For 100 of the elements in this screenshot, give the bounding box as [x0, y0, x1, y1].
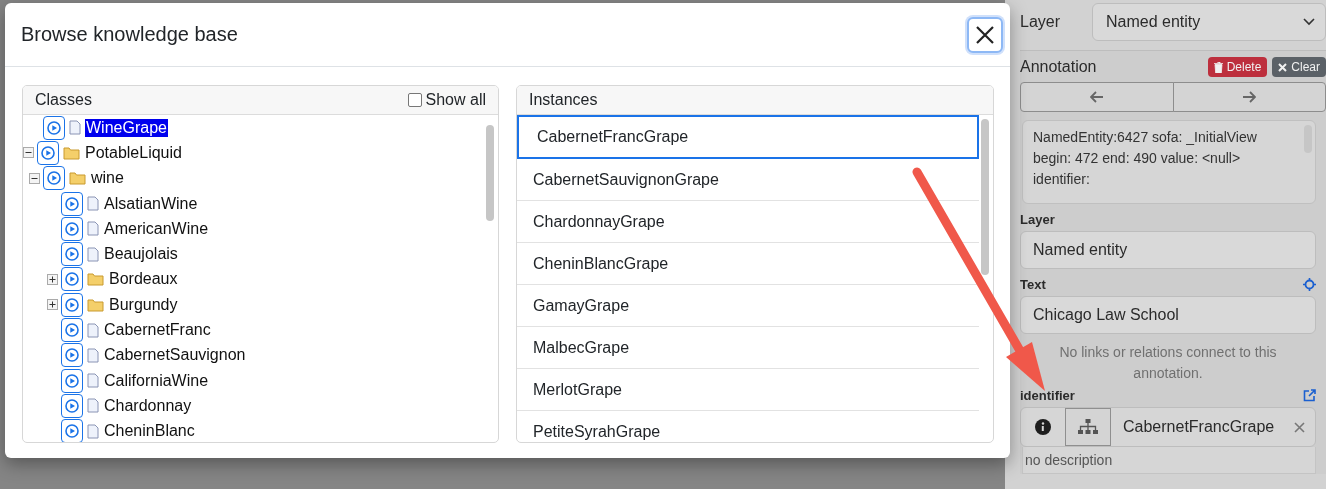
- clear-button[interactable]: Clear: [1272, 57, 1326, 77]
- show-all-checkbox[interactable]: Show all: [407, 91, 486, 109]
- instance-item[interactable]: MerlotGrape: [517, 369, 979, 411]
- crosshair-icon[interactable]: [1303, 278, 1316, 291]
- play-icon: [65, 323, 79, 337]
- tree-item[interactable]: AmericanWine: [103, 219, 210, 238]
- tree-button[interactable]: [1065, 408, 1111, 446]
- field-label: Layer: [1020, 13, 1061, 31]
- play-button[interactable]: [43, 115, 65, 140]
- collapse-toggle[interactable]: [23, 147, 34, 159]
- document-icon: [87, 196, 99, 212]
- tree-item[interactable]: CaliforniaWine: [103, 371, 210, 390]
- play-icon: [41, 145, 55, 160]
- tree-item[interactable]: Beaujolais: [103, 245, 179, 264]
- external-link-icon[interactable]: [1303, 389, 1316, 402]
- folder-icon: [87, 272, 104, 287]
- document-icon: [87, 347, 99, 363]
- tree-item[interactable]: Bordeaux: [108, 270, 179, 289]
- details-line: begin: 472 end: 490 value: <null>: [1033, 149, 1242, 168]
- play-icon: [65, 373, 79, 388]
- text-field[interactable]: Chicago Law School: [1020, 296, 1316, 334]
- play-button[interactable]: [61, 242, 83, 267]
- play-icon: [65, 272, 79, 287]
- play-icon: [47, 171, 61, 186]
- folder-icon: [87, 297, 104, 312]
- document-icon: [87, 423, 99, 439]
- close-icon: [1278, 62, 1288, 72]
- play-button[interactable]: [43, 166, 65, 191]
- field-label: Layer: [1020, 212, 1055, 227]
- panel-title: Instances: [529, 91, 598, 109]
- play-icon: [65, 348, 79, 363]
- instance-item[interactable]: PetiteSyrahGrape: [517, 411, 979, 442]
- identifier-field[interactable]: CabernetFrancGrape: [1020, 407, 1316, 447]
- expand-toggle[interactable]: [47, 299, 58, 311]
- document-icon: [87, 398, 99, 414]
- tree-item[interactable]: CabernetSauvignon: [103, 346, 247, 365]
- layer-field[interactable]: Named entity: [1020, 231, 1316, 269]
- identifier-value: CabernetFrancGrape: [1123, 418, 1276, 436]
- arrow-left-icon: [1089, 91, 1104, 103]
- details-line: identifier:: [1033, 170, 1091, 189]
- play-button[interactable]: [61, 292, 83, 317]
- document-icon: [87, 246, 99, 262]
- instance-item[interactable]: MalbecGrape: [517, 327, 979, 369]
- close-icon: [975, 24, 995, 45]
- delete-button[interactable]: Delete: [1207, 57, 1268, 77]
- tree-item[interactable]: wine: [90, 169, 125, 188]
- scrollbar[interactable]: [981, 119, 989, 275]
- panel-title: Classes: [35, 91, 92, 109]
- tree-item[interactable]: AlsatianWine: [103, 194, 199, 213]
- tree-item[interactable]: PotableLiquid: [84, 143, 183, 162]
- play-button[interactable]: [61, 393, 83, 418]
- chevron-down-icon: [1303, 18, 1315, 26]
- folder-icon: [69, 171, 86, 186]
- collapse-toggle[interactable]: [29, 172, 40, 184]
- info-icon: [1035, 419, 1051, 435]
- hierarchy-icon: [1078, 419, 1098, 435]
- play-button[interactable]: [37, 140, 59, 165]
- scrollbar[interactable]: [486, 125, 494, 221]
- close-button[interactable]: [967, 16, 1003, 53]
- field-label: identifier: [1020, 388, 1075, 403]
- instance-item[interactable]: CheninBlancGrape: [517, 243, 979, 285]
- document-icon: [87, 322, 99, 338]
- play-button[interactable]: [61, 216, 83, 241]
- layer-select[interactable]: Named entity: [1092, 3, 1326, 41]
- document-icon: [69, 120, 81, 136]
- play-icon: [65, 398, 79, 413]
- document-icon: [87, 373, 99, 389]
- document-icon: [87, 221, 99, 237]
- details-line: NamedEntity:6427 sofa: _InitialView: [1033, 128, 1258, 147]
- play-button[interactable]: [61, 267, 83, 292]
- tree-item[interactable]: Chardonnay: [103, 396, 193, 415]
- instance-item[interactable]: ChardonnayGrape: [517, 201, 979, 243]
- clear-icon[interactable]: [1294, 421, 1305, 433]
- instance-item[interactable]: CabernetSauvignonGrape: [517, 159, 979, 201]
- play-button[interactable]: [61, 318, 83, 342]
- instance-item[interactable]: CabernetFrancGrape: [517, 115, 979, 159]
- description-text: no description: [1022, 447, 1316, 474]
- tree-item[interactable]: WineGrape: [85, 118, 168, 137]
- play-icon: [65, 196, 79, 211]
- arrow-right-icon: [1242, 91, 1257, 103]
- instance-item[interactable]: GamayGrape: [517, 285, 979, 327]
- field-label: Text: [1020, 277, 1046, 292]
- info-message: No links or relations connect to this annotation.: [1058, 343, 1278, 383]
- play-button[interactable]: [61, 191, 83, 216]
- tree-item[interactable]: CabernetFranc: [103, 321, 212, 339]
- play-button[interactable]: [61, 419, 83, 442]
- expand-toggle[interactable]: [47, 273, 58, 285]
- trash-icon: [1213, 61, 1223, 73]
- dialog-title: Browse knowledge base: [21, 23, 238, 46]
- folder-icon: [63, 145, 80, 160]
- play-button[interactable]: [61, 368, 83, 393]
- section-title: Annotation: [1020, 58, 1097, 76]
- play-button[interactable]: [61, 343, 83, 368]
- play-icon: [65, 424, 79, 439]
- play-icon: [65, 221, 79, 236]
- play-icon: [65, 297, 79, 312]
- play-icon: [47, 120, 61, 135]
- tree-item[interactable]: CheninBlanc: [103, 422, 196, 441]
- play-icon: [65, 247, 79, 262]
- tree-item[interactable]: Burgundy: [108, 295, 179, 314]
